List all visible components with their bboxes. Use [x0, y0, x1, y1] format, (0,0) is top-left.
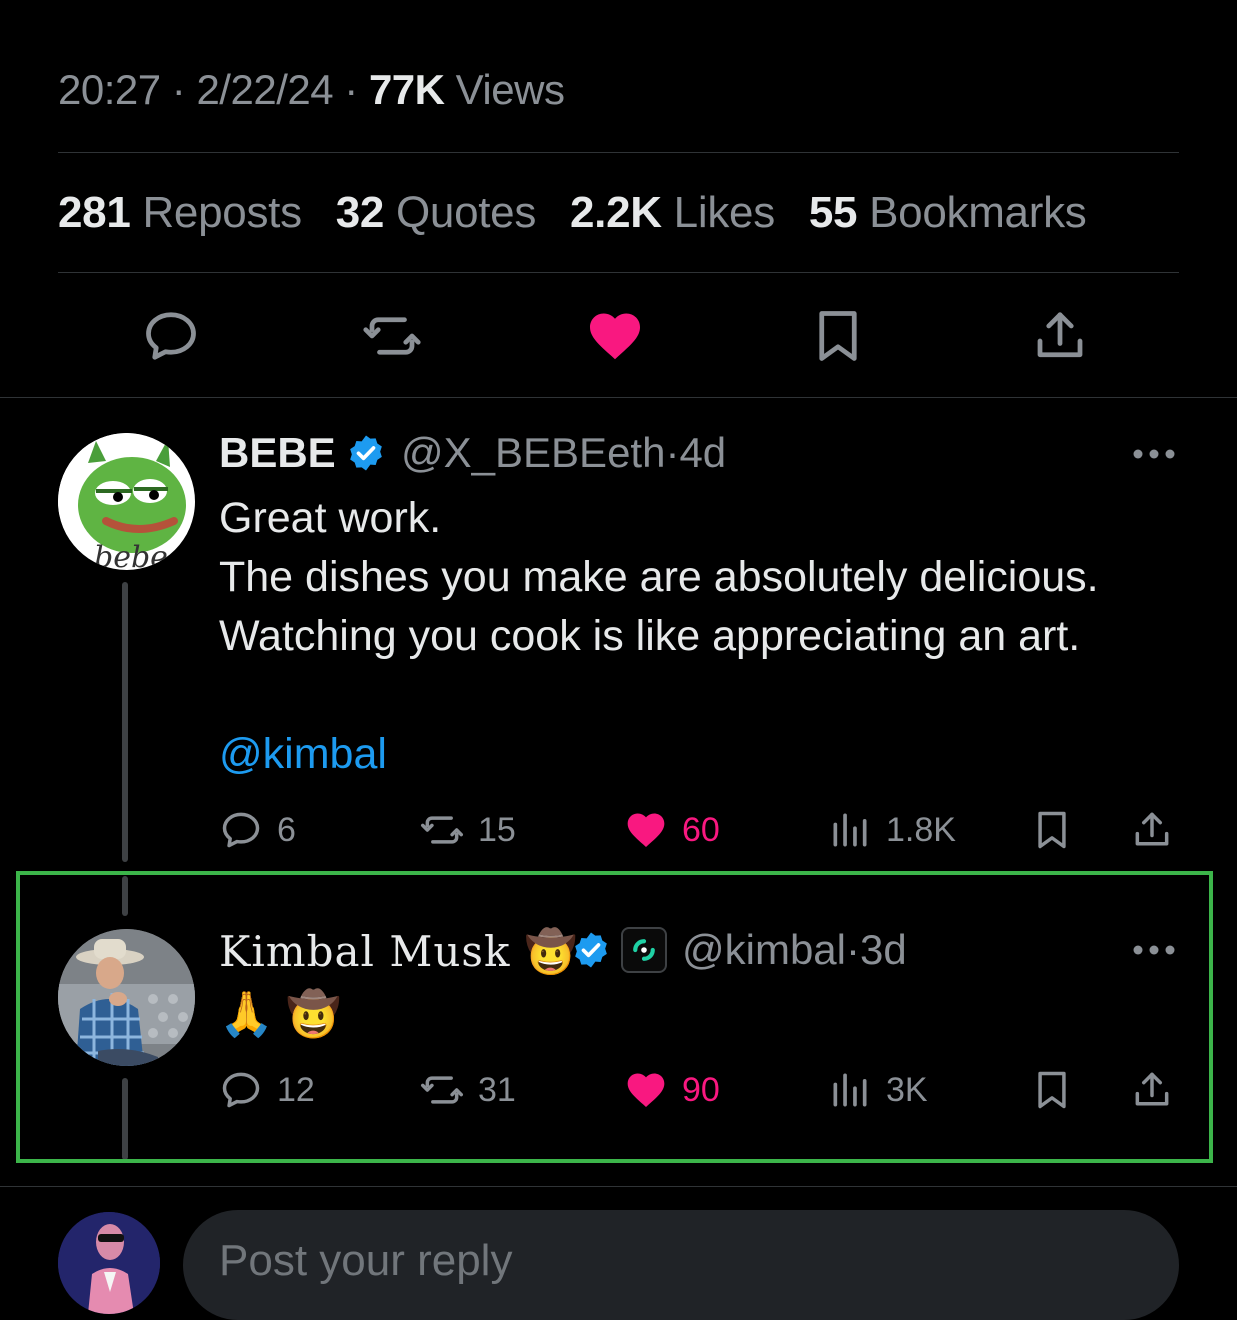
repost-icon: [363, 317, 421, 355]
body-line-blank: [219, 666, 1099, 725]
meta-separator: ·: [171, 66, 186, 113]
divider: [58, 152, 1179, 153]
views-label: Views: [455, 66, 565, 113]
divider: [58, 272, 1179, 273]
like-icon-filled: [627, 813, 665, 848]
bookmark-icon: [819, 311, 857, 361]
verified-badge-icon: [346, 433, 386, 473]
bookmark-button[interactable]: [808, 306, 868, 366]
more-icon: [1133, 449, 1175, 459]
views-count: 77K: [368, 66, 445, 113]
quotes-count: 32: [335, 188, 385, 237]
quotes-stat[interactable]: 32 Quotes: [335, 188, 537, 237]
avatar[interactable]: bebe: [58, 433, 195, 570]
reply-icon: [222, 812, 260, 848]
reposts-stat[interactable]: 281 Reposts: [58, 188, 302, 237]
bookmarks-stat[interactable]: 55 Bookmarks: [809, 188, 1087, 237]
bookmarks-count: 55: [808, 188, 858, 237]
repost-button[interactable]: [362, 306, 422, 366]
reply-author-handle[interactable]: @X_BEBEeth·4d: [401, 429, 726, 477]
repost-icon: [421, 816, 463, 844]
meta-separator: ·: [344, 66, 358, 113]
reposts-count: 281: [58, 188, 131, 237]
meta-separator: ·: [665, 429, 680, 476]
reply-metric-reposts[interactable]: 15: [420, 806, 516, 854]
reposts-label: Reposts: [142, 188, 302, 237]
mention-link[interactable]: @kimbal: [219, 725, 1099, 784]
reply-body: Great work. The dishes you make are abso…: [219, 489, 1099, 784]
body-line: Watching you cook is like appreciating a…: [219, 612, 1081, 660]
likes-stat[interactable]: 2.2K Likes: [570, 188, 775, 237]
body-line: The dishes you make are absolutely delic…: [219, 553, 1099, 601]
share-icon: [1037, 312, 1083, 358]
reply-metric-likes[interactable]: 60: [624, 806, 720, 854]
pink-panther-avatar-icon: [58, 1212, 160, 1314]
quotes-label: Quotes: [395, 188, 537, 237]
pepe-avatar-icon: bebe: [58, 433, 194, 570]
analytics-icon: [833, 813, 867, 847]
reply-metric-views[interactable]: 1.8K: [828, 806, 956, 854]
reply-metric-replies[interactable]: 6: [219, 806, 296, 854]
more-options-button[interactable]: [1132, 446, 1176, 462]
reply-icon: [146, 312, 196, 360]
reply-bookmark-button[interactable]: [1030, 806, 1088, 854]
avatar-signature: bebe: [94, 540, 168, 570]
like-count: 60: [682, 810, 720, 849]
like-icon-filled: [590, 313, 640, 360]
share-icon: [1135, 812, 1169, 846]
like-button[interactable]: [585, 306, 645, 366]
post-meta: 20:27 · 2/22/24 · 77K Views: [58, 66, 565, 114]
repost-count: 15: [478, 810, 516, 849]
reply-placeholder: Post your reply: [219, 1236, 513, 1285]
reply-share-button[interactable]: [1130, 806, 1188, 854]
view-count: 1.8K: [886, 810, 956, 849]
likes-label: Likes: [673, 188, 776, 237]
highlight-box: [16, 871, 1213, 1163]
share-button[interactable]: [1030, 306, 1090, 366]
handle-text: @X_BEBEeth: [401, 429, 666, 476]
reply-count: 6: [277, 810, 296, 849]
my-avatar[interactable]: [58, 1212, 160, 1314]
reply-author-name[interactable]: BEBE: [219, 429, 336, 477]
likes-count: 2.2K: [569, 188, 662, 237]
thread-line: [122, 582, 128, 862]
bookmarks-label: Bookmarks: [869, 188, 1087, 237]
post-date: 2/22/24: [196, 66, 334, 113]
divider: [0, 1186, 1237, 1187]
reply-age: 4d: [679, 429, 727, 476]
bookmark-icon: [1038, 811, 1066, 849]
views-link[interactable]: 77K Views: [369, 66, 565, 113]
post-stats: 281 Reposts 32 Quotes 2.2K Likes 55 Book…: [58, 188, 1108, 238]
reply-button[interactable]: [141, 306, 201, 366]
divider: [0, 397, 1237, 398]
body-line: Great work.: [219, 494, 442, 542]
post-time: 20:27: [58, 66, 161, 113]
